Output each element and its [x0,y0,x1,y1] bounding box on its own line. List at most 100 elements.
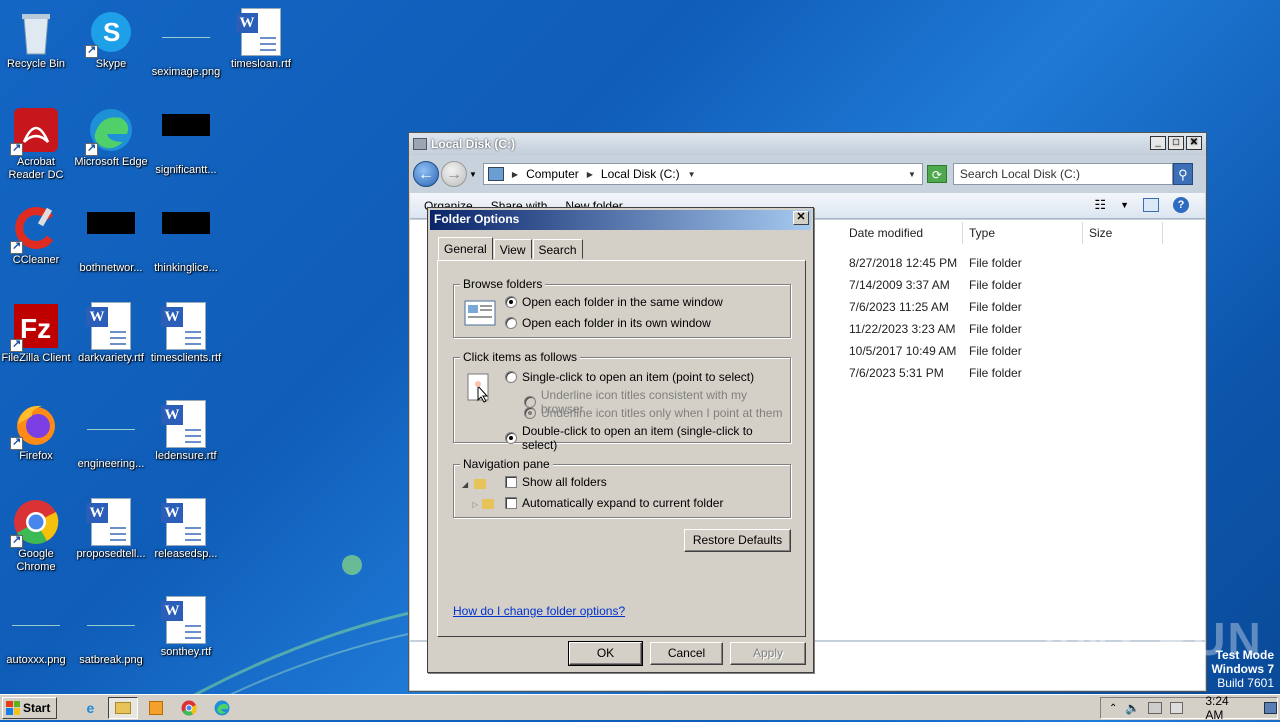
desktop-icon-engineering[interactable]: engineering... [73,394,149,484]
preview-pane-icon[interactable] [1143,198,1159,212]
cancel-button[interactable]: Cancel [650,642,723,665]
desktop-icon-edge[interactable]: Microsoft Edge [73,100,149,190]
address-bar[interactable]: ▶ Computer ▶ Local Disk (C:) ▼ ▼ [482,163,923,185]
dialog-close-button[interactable]: ✕ [793,211,809,225]
desktop-icon-timesclients[interactable]: W timesclients.rtf [148,296,224,386]
show-desktop-icon[interactable] [1263,702,1278,714]
forward-button[interactable]: → [441,161,467,187]
desktop-icon-acrobat[interactable]: Acrobat Reader DC [0,100,74,190]
action-center-flag-icon[interactable] [1148,702,1162,714]
ok-button[interactable]: OK [568,641,643,666]
breadcrumb-local-disk[interactable]: Local Disk (C:) [601,167,680,181]
desktop-icon-sonthey[interactable]: W sonthey.rtf [148,590,224,680]
open-own-window-option[interactable]: Open each folder in its own window [505,316,711,330]
double-click-option[interactable]: Double-click to open an item (single-cli… [505,424,790,452]
desktop-icon-skype[interactable]: S Skype [73,2,149,92]
views-icon[interactable]: ☷ [1094,197,1106,213]
firefox-icon [10,400,60,450]
desktop-icon-satbreak[interactable]: satbreak.png [73,590,149,680]
media-player-icon[interactable] [141,697,171,719]
explorer-title-bar[interactable]: Local Disk (C:) _ □ ✕ [409,133,1206,155]
underline-point-option[interactable]: Underline icon titles only when I point … [524,406,782,420]
svg-text:▷: ▷ [472,500,479,509]
clock[interactable]: 3:24 AM [1205,694,1247,722]
help-link[interactable]: How do I change folder options? [453,604,625,618]
volume-icon[interactable]: 🔈 [1125,701,1140,715]
single-click-option[interactable]: Single-click to open an item (point to s… [505,370,754,384]
desktop-icon-seximage[interactable]: seximage.png [148,2,224,92]
test-mode-watermark: Test Mode Windows 7 Build 7601 [1211,648,1274,690]
tab-general[interactable]: General [438,237,493,260]
shortcut-arrow-icon [85,43,98,58]
show-all-folders-option[interactable]: Show all folders [505,475,607,489]
image-file-icon [87,604,135,626]
desktop-icon-firefox[interactable]: Firefox [0,394,74,484]
folder-tree-icon: ◢ ▷ [462,473,494,509]
navigation-pane-group: Navigation pane ◢ ▷ Show all folders Auto… [453,457,791,518]
image-file-icon [12,604,60,626]
navigation-pane-legend: Navigation pane [460,457,553,471]
restore-defaults-button[interactable]: Restore Defaults [684,529,791,552]
desktop-icon-significantt[interactable]: significantt... [148,100,224,190]
desktop-icon-chrome[interactable]: Google Chrome [0,492,74,582]
filezilla-icon: Fz [10,302,60,352]
chrome-icon [10,498,60,548]
desktop-icon-bothnetwor[interactable]: bothnetwor... [73,198,149,288]
chrome-icon[interactable] [174,697,204,719]
column-type[interactable]: Type [963,222,1083,244]
file-explorer-icon[interactable] [108,696,139,719]
search-icon[interactable]: ⚲ [1172,163,1193,185]
address-dropdown-icon[interactable]: ▼ [908,170,916,179]
open-same-window-option[interactable]: Open each folder in the same window [505,295,723,309]
tab-view[interactable]: View [493,239,532,259]
search-input[interactable]: Search Local Disk (C:) [952,163,1173,185]
column-date-modified[interactable]: Date modified [843,222,963,244]
start-button[interactable]: Start [2,696,58,719]
taskbar: Start e ⌃ 🔈 3:24 AM [0,694,1280,722]
network-icon[interactable] [1169,702,1184,714]
recent-pages-chevron-icon[interactable]: ▼ [469,170,477,179]
click-items-group: Click items as follows Single-click to o… [453,350,791,452]
explorer-title: Local Disk (C:) [431,137,516,151]
dialog-title[interactable]: Folder Options [430,210,811,230]
desktop-icon-recycle-bin[interactable]: Recycle Bin [0,2,74,92]
word-document-icon: W [86,302,131,350]
drive-icon [413,138,427,150]
folder-options-dialog: Folder Options ✕ General View Search Bro… [427,207,814,673]
column-size[interactable]: Size [1083,222,1163,244]
computer-icon [487,167,504,181]
file-thumbnail-icon [162,212,210,234]
word-document-icon: W [161,302,206,350]
desktop-icon-darkvariety[interactable]: W darkvariety.rtf [73,296,149,386]
click-items-legend: Click items as follows [460,350,581,364]
desktop-icon-ledensure[interactable]: W ledensure.rtf [148,394,224,484]
breadcrumb-computer[interactable]: Computer [526,167,579,181]
views-dropdown-icon[interactable]: ▼ [1120,200,1129,210]
minimize-button[interactable]: _ [1150,136,1166,150]
help-icon[interactable]: ? [1173,197,1189,213]
auto-expand-option[interactable]: Automatically expand to current folder [505,496,723,510]
refresh-button[interactable]: ⟳ [926,165,947,183]
browse-folders-group: Browse folders Open each folder in the s… [453,277,791,338]
desktop-icon-proposedtell[interactable]: W proposedtell... [73,492,149,582]
image-file-icon [162,16,210,38]
show-hidden-icons-chevron-icon[interactable]: ⌃ [1109,703,1117,714]
desktop-icon-releasedsp[interactable]: W releasedsp... [148,492,224,582]
close-button[interactable]: ✕ [1186,136,1202,150]
apply-button[interactable]: Apply [730,642,806,665]
back-button[interactable]: ← [413,161,439,187]
desktop-icon-filezilla[interactable]: Fz FileZilla Client [0,296,74,386]
word-document-icon: W [161,596,206,644]
desktop-icon-ccleaner[interactable]: CCleaner [0,198,74,288]
system-tray: ⌃ 🔈 3:24 AM [1100,694,1278,722]
tab-search[interactable]: Search [532,239,583,259]
browse-folders-icon [464,299,496,327]
maximize-button[interactable]: □ [1168,136,1184,150]
desktop-icon-timesloan[interactable]: W timesloan.rtf [223,2,299,92]
internet-explorer-icon[interactable]: e [75,697,105,719]
edge-icon [85,106,135,156]
desktop-icon-autoxxx[interactable]: autoxxx.png [0,590,74,680]
general-tab-panel: Browse folders Open each folder in the s… [437,260,806,637]
edge-icon[interactable] [207,697,237,719]
desktop-icon-thinkinglice[interactable]: thinkinglice... [148,198,224,288]
